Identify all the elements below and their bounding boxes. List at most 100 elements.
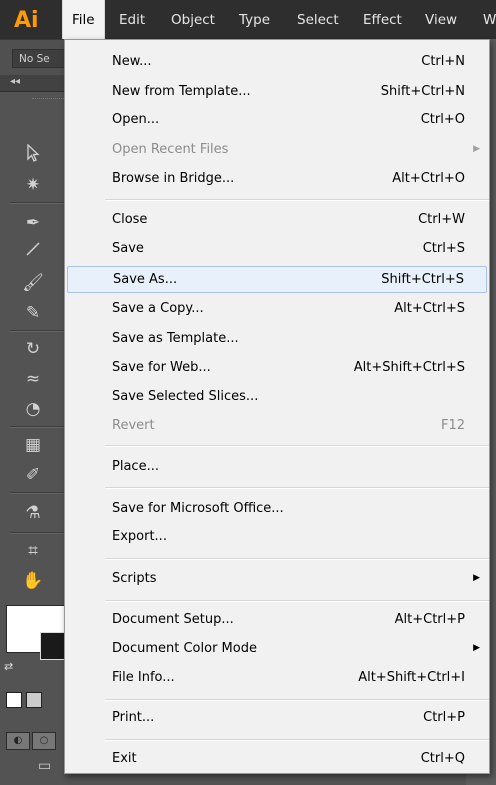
menu-item-shortcut: Ctrl+N [421,54,465,69]
menu-item-label: Open Recent Files [112,142,229,157]
menu-item-shortcut: Alt+Ctrl+O [392,171,465,186]
menu-item-shortcut: Ctrl+Q [420,751,465,766]
menu-item-save-for-microsoft-office[interactable]: Save for Microsoft Office... [65,497,489,520]
menu-item-label: Save for Web... [112,360,211,375]
menu-item-shortcut: Shift+Ctrl+S [381,272,464,287]
menu-item-label: File Info... [112,670,175,685]
file-menu-dropdown: New... Ctrl+N New from Template... Shift… [64,39,490,774]
menu-separator [105,600,489,602]
menu-item-label: Place... [112,459,159,474]
menu-item-label: Save As... [113,272,178,287]
screen-mode-icon[interactable]: ▭ [38,758,60,776]
menu-item-shortcut: Shift+Ctrl+N [380,84,465,99]
draw-behind-icon[interactable]: ○ [32,732,56,750]
menu-item-shortcut: Alt+Ctrl+S [394,301,465,316]
menu-item-label: Save [112,241,144,256]
menu-item-label: Save for Microsoft Office... [112,501,284,516]
menu-item-shortcut: Alt+Shift+Ctrl+I [358,670,465,685]
shape-builder-icon[interactable]: ◔ [18,396,48,422]
menu-view[interactable]: View [416,11,466,29]
menu-item-open-recent-files[interactable]: Open Recent Files ▶ [65,138,489,161]
eyedropper-icon[interactable]: ✐ [18,462,48,488]
menu-item-save-as-template[interactable]: Save as Template... [65,327,489,350]
menu-item-shortcut: Ctrl+O [420,112,465,127]
menu-item-revert[interactable]: Revert F12 [65,414,489,437]
menu-item-new[interactable]: New... Ctrl+N [65,50,489,73]
app-logo: Ai [14,8,39,33]
blob-brush-icon[interactable]: ✎ [18,300,48,326]
menu-item-label: Scripts [112,571,157,586]
menu-item-label: Open... [112,112,160,127]
selection-tool-icon[interactable] [18,143,48,170]
menu-item-shortcut: Alt+Ctrl+P [394,612,465,627]
menu-separator [105,199,489,201]
menu-item-shortcut: Ctrl+W [418,212,465,227]
menu-separator [105,487,489,489]
menu-select[interactable]: Select [288,11,348,29]
draw-normal-icon[interactable]: ◐ [6,732,30,750]
menu-type[interactable]: Type [230,11,279,29]
menu-separator [105,699,489,701]
menu-object[interactable]: Object [162,11,224,29]
menu-item-document-setup[interactable]: Document Setup... Alt+Ctrl+P [65,608,489,631]
menu-item-label: Print... [112,710,155,725]
warp-tool-icon[interactable]: ≈ [18,366,48,392]
hand-tool-icon[interactable]: ✋ [18,568,48,594]
magic-wand-icon[interactable]: ✷ [18,172,48,198]
menu-item-label: Close [112,212,148,227]
menu-edit[interactable]: Edit [110,11,154,29]
menu-item-shortcut: F12 [440,418,465,433]
menu-item-shortcut: Ctrl+P [423,710,465,725]
pen-tool-icon[interactable]: ✒ [18,210,48,236]
menu-item-print[interactable]: Print... Ctrl+P [65,706,489,729]
menu-separator [105,739,489,741]
paintbrush-icon[interactable]: 🖌 [18,270,48,296]
menu-separator [105,445,489,447]
submenu-arrow-icon: ▶ [473,144,480,154]
menu-item-save-for-web[interactable]: Save for Web... Alt+Shift+Ctrl+S [65,356,489,379]
menu-bar: Ai File Edit Object Type Select Effect V… [0,0,496,39]
menu-item-label: Document Color Mode [112,641,257,656]
menu-item-document-color-mode[interactable]: Document Color Mode ▶ [65,637,489,660]
artboard-tool-icon[interactable]: ⌗ [18,538,48,564]
menu-item-label: New from Template... [112,84,251,99]
menu-item-open[interactable]: Open... Ctrl+O [65,108,489,131]
menu-item-label: New... [112,54,152,69]
menu-separator [105,558,489,560]
perspective-grid-icon[interactable]: ▦ [18,432,48,458]
menu-item-save-as[interactable]: Save As... Shift+Ctrl+S [67,266,487,293]
menu-window[interactable]: W [474,11,496,29]
menu-item-label: Exit [112,751,137,766]
menu-item-label: Document Setup... [112,612,234,627]
menu-item-shortcut: Alt+Shift+Ctrl+S [353,360,465,375]
collapse-icon[interactable]: ◂◂ [10,76,20,87]
menu-item-save[interactable]: Save Ctrl+S [65,237,489,260]
rotate-tool-icon[interactable]: ↻ [18,336,48,362]
menu-item-place[interactable]: Place... [65,455,489,478]
menu-item-label: Export... [112,529,167,544]
menu-item-label: Save as Template... [112,331,239,346]
menu-item-browse-in-bridge[interactable]: Browse in Bridge... Alt+Ctrl+O [65,167,489,190]
menu-item-close[interactable]: Close Ctrl+W [65,208,489,231]
swap-colors-icon[interactable]: ⇄ [4,660,18,674]
menu-effect[interactable]: Effect [354,11,411,29]
menu-item-scripts[interactable]: Scripts ▶ [65,567,489,590]
menu-item-shortcut: Ctrl+S [422,241,465,256]
menu-item-new-from-template[interactable]: New from Template... Shift+Ctrl+N [65,80,489,103]
menu-item-save-a-copy[interactable]: Save a Copy... Alt+Ctrl+S [65,297,489,320]
menu-item-file-info[interactable]: File Info... Alt+Shift+Ctrl+I [65,666,489,689]
menu-item-label: Browse in Bridge... [112,171,235,186]
menu-item-exit[interactable]: Exit Ctrl+Q [65,747,489,770]
submenu-arrow-icon: ▶ [473,643,480,653]
menu-item-save-selected-slices[interactable]: Save Selected Slices... [65,385,489,408]
line-tool-icon[interactable] [18,240,48,266]
symbol-sprayer-icon[interactable]: ⚗ [18,500,48,526]
menu-file[interactable]: File [62,0,105,39]
submenu-arrow-icon: ▶ [473,573,480,583]
menu-item-label: Revert [112,418,155,433]
menu-item-label: Save a Copy... [112,301,204,316]
menu-item-label: Save Selected Slices... [112,389,259,404]
gradient-mode-icon[interactable] [26,692,42,708]
menu-item-export[interactable]: Export... [65,525,489,548]
color-mode-icon[interactable] [6,692,22,708]
